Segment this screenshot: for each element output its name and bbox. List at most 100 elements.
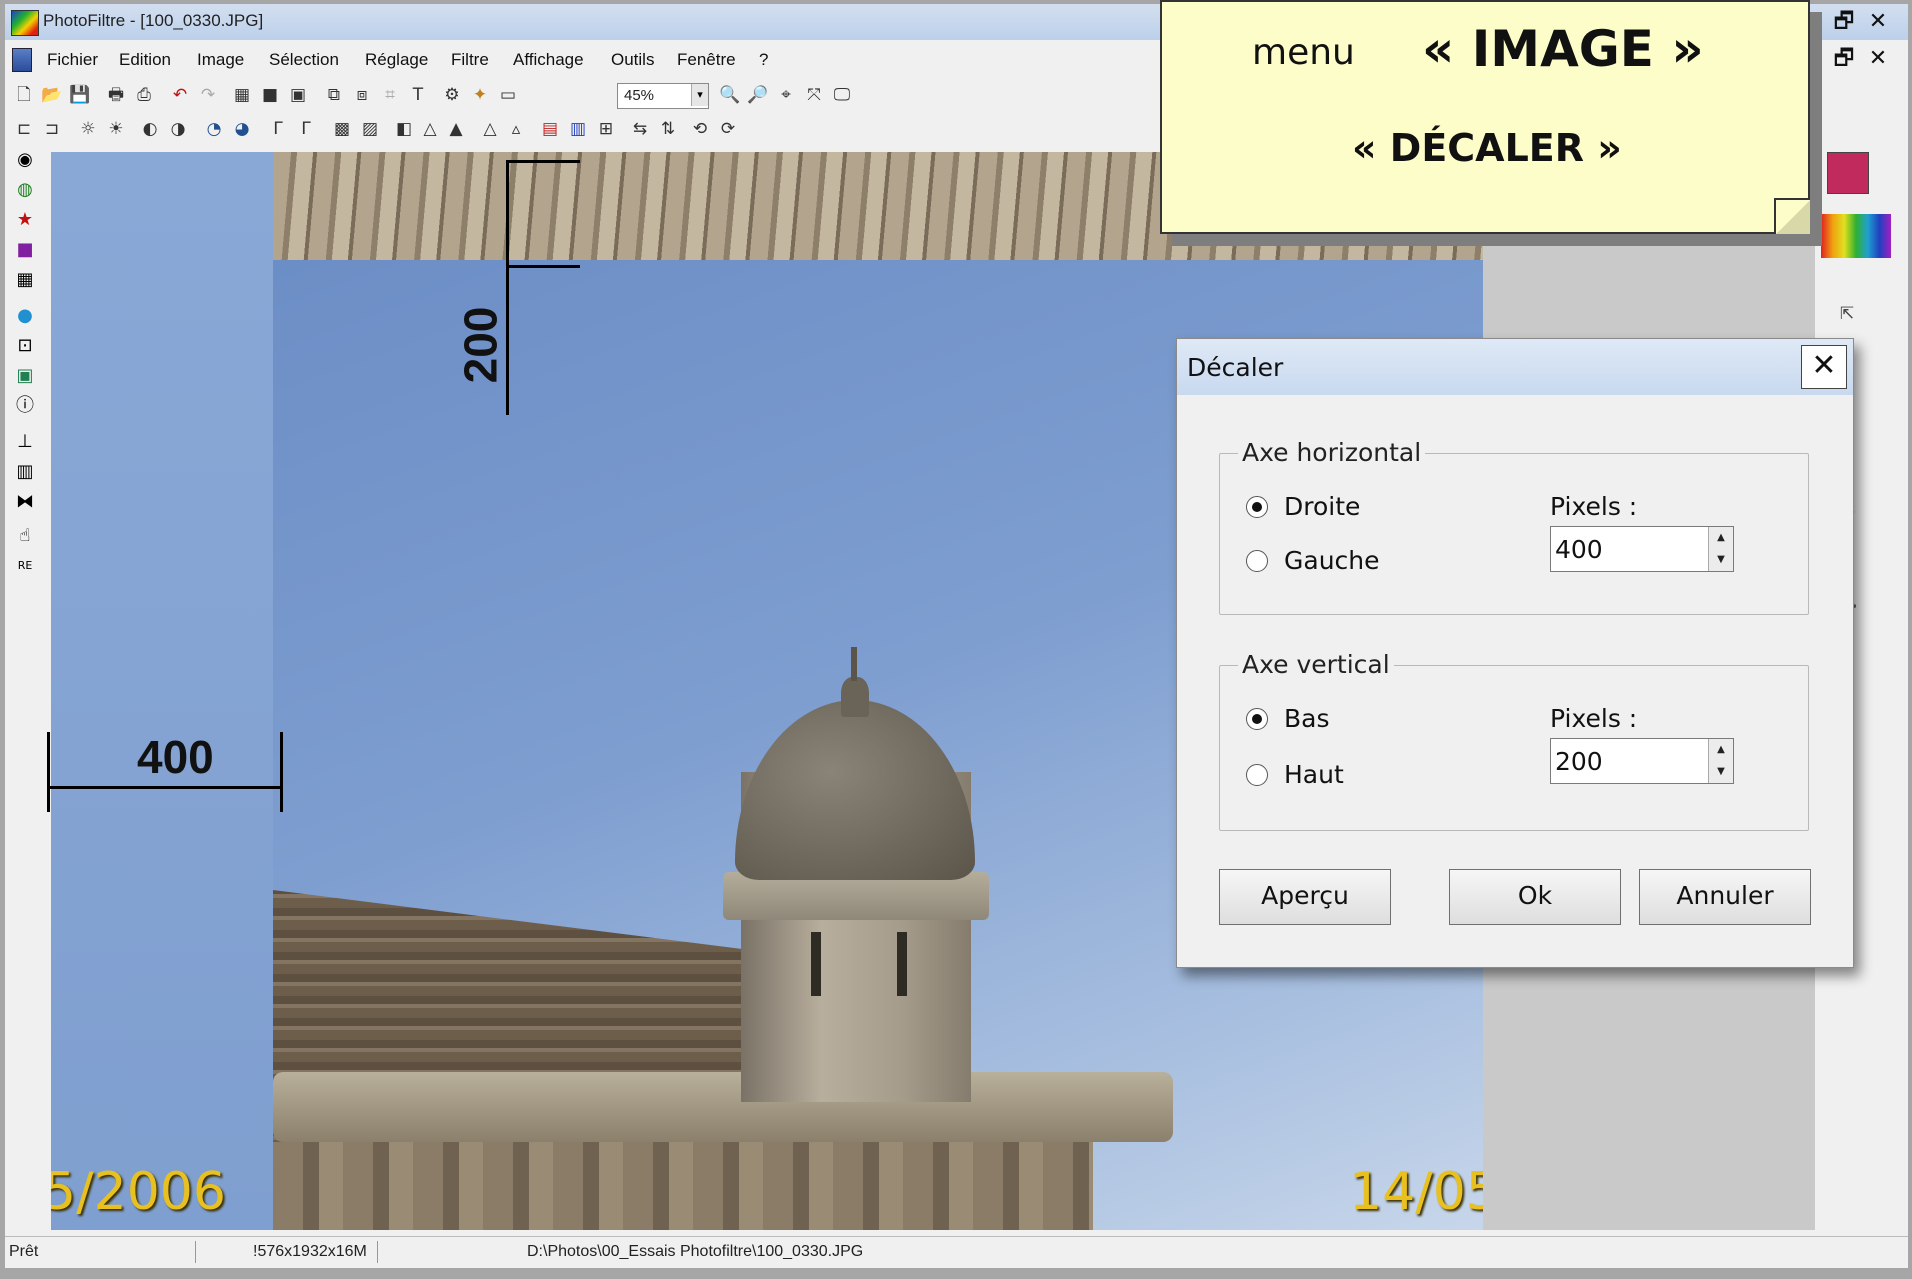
saturation-plus-icon[interactable]: ◕ bbox=[231, 118, 253, 140]
texture-icon[interactable]: ▦ bbox=[13, 268, 37, 292]
fade-icon[interactable]: ▥ bbox=[567, 118, 589, 140]
saturation-minus-icon[interactable]: ◔ bbox=[203, 118, 225, 140]
flip-vertical-icon[interactable]: ⇅ bbox=[657, 118, 679, 140]
plugin-icon[interactable]: ✦ bbox=[469, 84, 491, 106]
fit-window-icon[interactable]: ⤧ bbox=[803, 84, 825, 106]
blur-icon[interactable]: ◧ bbox=[393, 118, 415, 140]
soften-icon[interactable]: △ bbox=[419, 118, 441, 140]
dialog-close-button[interactable]: ✕ bbox=[1801, 345, 1847, 389]
preview-button[interactable]: Aperçu bbox=[1219, 869, 1391, 925]
new-file-icon[interactable]: 🗋 bbox=[13, 84, 35, 106]
spin-down-icon[interactable]: ▼ bbox=[1709, 761, 1733, 783]
text-icon[interactable]: T bbox=[407, 84, 429, 106]
outline-icon[interactable]: ⊞ bbox=[595, 118, 617, 140]
redo-icon[interactable]: ↷ bbox=[197, 84, 219, 106]
zoom-out-icon[interactable]: 🔎 bbox=[747, 84, 769, 106]
globe-icon[interactable]: ◍ bbox=[13, 178, 37, 202]
menu-fichier[interactable]: Fichier bbox=[47, 50, 98, 70]
actual-size-icon[interactable]: ⌖ bbox=[775, 84, 797, 106]
reset-icon[interactable]: RE bbox=[13, 554, 37, 578]
info-icon[interactable]: ⓘ bbox=[13, 394, 37, 418]
contrast-minus-icon[interactable]: ◐ bbox=[139, 118, 161, 140]
spin-up-icon[interactable]: ▲ bbox=[1709, 739, 1733, 762]
noise-icon[interactable]: ▨ bbox=[359, 118, 381, 140]
spin-up-icon[interactable]: ▲ bbox=[1709, 527, 1733, 550]
menu-filtre[interactable]: Filtre bbox=[451, 50, 489, 70]
restore-window-button[interactable]: 🗗 bbox=[1831, 9, 1857, 35]
automation-icon[interactable]: ⚙ bbox=[441, 84, 463, 106]
camera-icon[interactable]: ◉ bbox=[13, 148, 37, 172]
selection-arrow-icon[interactable]: ⇱ bbox=[1835, 304, 1859, 328]
mosaic-icon[interactable]: ▩ bbox=[331, 118, 353, 140]
window-title: PhotoFiltre - [100_0330.JPG] bbox=[43, 11, 264, 30]
emboss-icon[interactable]: ▵ bbox=[505, 118, 527, 140]
restore-document-button[interactable]: 🗗 bbox=[1831, 46, 1857, 72]
menu-edition[interactable]: Edition bbox=[119, 50, 171, 70]
image-size-icon[interactable]: ⧉ bbox=[323, 84, 345, 106]
stamp-icon[interactable]: ⊥ bbox=[13, 430, 37, 454]
gradient-icon[interactable]: ▤ bbox=[539, 118, 561, 140]
save-icon[interactable]: 💾 bbox=[69, 84, 91, 106]
print-icon[interactable]: 🖶 bbox=[105, 84, 127, 106]
watchtower-finial bbox=[841, 677, 869, 717]
grid-icon[interactable]: ▥ bbox=[13, 460, 37, 484]
annotation-line-upper bbox=[506, 160, 509, 265]
gamma-minus-icon[interactable]: Γ bbox=[267, 118, 289, 140]
sharpen-more-icon[interactable]: △ bbox=[479, 118, 501, 140]
radio-left-indicator[interactable] bbox=[1246, 550, 1268, 572]
gradient-fill-icon[interactable]: ■ bbox=[13, 238, 37, 262]
radio-down-indicator[interactable] bbox=[1246, 708, 1268, 730]
horizontal-pixels-input[interactable]: 400 ▲ ▼ bbox=[1550, 526, 1734, 572]
menu-outils[interactable]: Outils bbox=[611, 50, 654, 70]
rotate-left-icon[interactable]: ⟲ bbox=[689, 118, 711, 140]
close-window-button[interactable]: ✕ bbox=[1865, 9, 1891, 35]
radio-up-indicator[interactable] bbox=[1246, 764, 1268, 786]
dialog-title-bar[interactable]: Décaler ✕ bbox=[1177, 339, 1853, 395]
window-icon[interactable]: ▭ bbox=[497, 84, 519, 106]
menu-selection[interactable]: Sélection bbox=[269, 50, 339, 70]
star-icon[interactable]: ★ bbox=[13, 208, 37, 232]
sharpen-icon[interactable]: ▲ bbox=[445, 118, 467, 140]
grayscale-icon[interactable]: ▦ bbox=[231, 84, 253, 106]
vertical-pixels-input[interactable]: 200 ▲ ▼ bbox=[1550, 738, 1734, 784]
open-file-icon[interactable]: 📂 bbox=[41, 84, 63, 106]
mirror-icon[interactable]: ⧓ bbox=[13, 490, 37, 514]
auto-level-icon[interactable]: ⊏ bbox=[13, 118, 35, 140]
flip-horizontal-icon[interactable]: ⇆ bbox=[629, 118, 651, 140]
filter-toolbar: ⊏ ⊐ ☼ ☀ ◐ ◑ ◔ ◕ Γ Γ ▩ ▨ ◧ △ ▲ △ ▵ ▤ ▥ ⊞ … bbox=[5, 112, 1165, 146]
gamma-plus-icon[interactable]: Γ bbox=[295, 118, 317, 140]
foreground-color-swatch[interactable] bbox=[1827, 152, 1869, 194]
canvas-size-icon[interactable]: ⧈ bbox=[351, 84, 373, 106]
photofiltre-app-icon[interactable] bbox=[11, 10, 39, 36]
document-icon[interactable] bbox=[12, 48, 32, 72]
pointer-hand-icon[interactable]: ☝ bbox=[13, 524, 37, 548]
indexed-color-icon[interactable]: ▣ bbox=[287, 84, 309, 106]
landscape-icon[interactable]: ▣ bbox=[13, 364, 37, 388]
menu-help[interactable]: ? bbox=[759, 50, 768, 70]
undo-icon[interactable]: ↶ bbox=[169, 84, 191, 106]
color-palette[interactable] bbox=[1821, 214, 1891, 258]
scan-icon[interactable]: ⎙ bbox=[133, 84, 155, 106]
chevron-down-icon[interactable]: ▾ bbox=[691, 84, 708, 106]
zoom-in-icon[interactable]: 🔍 bbox=[719, 84, 741, 106]
rotate-right-icon[interactable]: ⟳ bbox=[717, 118, 739, 140]
brightness-minus-icon[interactable]: ☼ bbox=[77, 118, 99, 140]
spin-down-icon[interactable]: ▼ bbox=[1709, 549, 1733, 571]
menu-affichage[interactable]: Affichage bbox=[513, 50, 584, 70]
auto-contrast-icon[interactable]: ⊐ bbox=[41, 118, 63, 140]
menu-reglage[interactable]: Réglage bbox=[365, 50, 428, 70]
frame-icon[interactable]: ⊡ bbox=[13, 334, 37, 358]
fullscreen-icon[interactable]: 🖵 bbox=[831, 84, 853, 106]
brightness-plus-icon[interactable]: ☀ bbox=[105, 118, 127, 140]
radio-right-indicator[interactable] bbox=[1246, 496, 1268, 518]
menu-fenetre[interactable]: Fenêtre bbox=[677, 50, 736, 70]
cancel-button[interactable]: Annuler bbox=[1639, 869, 1811, 925]
close-document-button[interactable]: ✕ bbox=[1865, 46, 1891, 72]
ok-button[interactable]: Ok bbox=[1449, 869, 1621, 925]
contrast-plus-icon[interactable]: ◑ bbox=[167, 118, 189, 140]
rgb-color-icon[interactable]: ■ bbox=[259, 84, 281, 106]
sphere-icon[interactable]: ● bbox=[13, 304, 37, 328]
menu-image[interactable]: Image bbox=[197, 50, 244, 70]
crop-icon[interactable]: ⌗ bbox=[379, 84, 401, 106]
zoom-select[interactable]: 45% ▾ bbox=[617, 83, 709, 109]
